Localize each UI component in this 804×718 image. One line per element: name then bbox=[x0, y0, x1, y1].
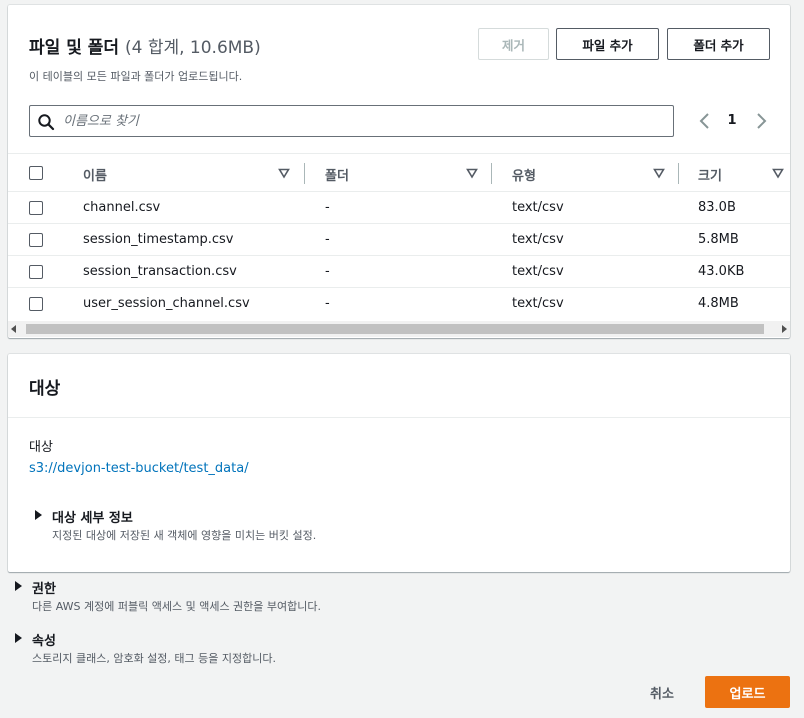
horizontal-scrollbar[interactable] bbox=[8, 321, 790, 337]
file-size: 83.0B bbox=[698, 200, 736, 215]
file-folder: - bbox=[325, 264, 330, 279]
files-and-folders-panel: 파일 및 폴더 (4 합계, 10.6MB) 이 테이블의 모든 파일과 폴더가… bbox=[8, 5, 790, 338]
upload-button[interactable]: 업로드 bbox=[705, 676, 790, 708]
column-divider[interactable] bbox=[304, 163, 305, 184]
search-field[interactable] bbox=[29, 105, 674, 137]
files-panel-count: (4 합계, 10.6MB) bbox=[124, 38, 261, 58]
destination-title: 대상 bbox=[29, 379, 61, 399]
expand-caret-icon[interactable] bbox=[15, 581, 22, 591]
column-header-size[interactable]: 크기 bbox=[698, 165, 722, 184]
properties-title[interactable]: 속성 bbox=[32, 630, 56, 649]
files-panel-title: 파일 및 폴더 (4 합계, 10.6MB) bbox=[29, 33, 261, 58]
column-divider[interactable] bbox=[678, 163, 679, 184]
column-header-type[interactable]: 유형 bbox=[512, 165, 536, 184]
sort-caret-icon[interactable] bbox=[278, 167, 290, 179]
scroll-right-icon[interactable] bbox=[782, 325, 787, 333]
select-all-checkbox[interactable] bbox=[29, 166, 43, 180]
file-name: channel.csv bbox=[83, 200, 161, 215]
expand-caret-icon[interactable] bbox=[35, 510, 42, 520]
sort-caret-icon[interactable] bbox=[772, 167, 784, 179]
add-folder-button[interactable]: 폴더 추가 bbox=[667, 28, 770, 60]
current-page-number[interactable]: 1 bbox=[720, 113, 744, 128]
file-type: text/csv bbox=[512, 232, 564, 247]
row-checkbox[interactable] bbox=[29, 265, 43, 279]
permissions-description: 다른 AWS 계정에 퍼블릭 액세스 및 액세스 권한을 부여합니다. bbox=[32, 600, 322, 613]
sort-caret-icon[interactable] bbox=[653, 167, 665, 179]
file-folder: - bbox=[325, 200, 330, 215]
search-input[interactable] bbox=[63, 109, 663, 133]
column-header-folder[interactable]: 폴더 bbox=[325, 165, 349, 184]
file-type: text/csv bbox=[512, 264, 564, 279]
expand-caret-icon[interactable] bbox=[15, 633, 22, 643]
scroll-left-icon[interactable] bbox=[11, 325, 16, 333]
scrollbar-thumb[interactable] bbox=[26, 324, 764, 334]
table-row[interactable]: channel.csv - text/csv 83.0B bbox=[8, 192, 790, 224]
properties-description: 스토리지 클래스, 암호화 설정, 태그 등을 지정합니다. bbox=[32, 652, 276, 665]
sort-caret-icon[interactable] bbox=[466, 167, 478, 179]
file-name: session_transaction.csv bbox=[83, 264, 237, 279]
row-checkbox[interactable] bbox=[29, 297, 43, 311]
file-name: user_session_channel.csv bbox=[83, 296, 250, 311]
files-panel-description: 이 테이블의 모든 파일과 폴더가 업로드됩니다. bbox=[29, 70, 243, 83]
file-size: 5.8MB bbox=[698, 232, 739, 247]
next-page-icon[interactable] bbox=[750, 109, 772, 133]
file-folder: - bbox=[325, 232, 330, 247]
cancel-button[interactable]: 취소 bbox=[632, 678, 692, 706]
files-panel-title-text: 파일 및 폴더 bbox=[29, 38, 120, 58]
destination-details-title[interactable]: 대상 세부 정보 bbox=[52, 507, 133, 526]
destination-details-description: 지정된 대상에 저장된 새 객체에 영향을 미치는 버킷 설정. bbox=[52, 529, 317, 542]
search-icon bbox=[38, 114, 55, 131]
row-checkbox[interactable] bbox=[29, 201, 43, 215]
file-type: text/csv bbox=[512, 200, 564, 215]
column-header-name[interactable]: 이름 bbox=[83, 165, 107, 184]
destination-panel: 대상 대상 s3://devjon-test-bucket/test_data/… bbox=[8, 354, 790, 572]
previous-page-icon[interactable] bbox=[694, 109, 716, 133]
file-folder: - bbox=[325, 296, 330, 311]
permissions-title[interactable]: 권한 bbox=[32, 578, 56, 597]
add-files-button[interactable]: 파일 추가 bbox=[556, 28, 659, 60]
table-row[interactable]: session_timestamp.csv - text/csv 5.8MB bbox=[8, 224, 790, 256]
destination-link[interactable]: s3://devjon-test-bucket/test_data/ bbox=[29, 461, 249, 476]
destination-header: 대상 bbox=[8, 354, 790, 418]
file-size: 4.8MB bbox=[698, 296, 739, 311]
table-row[interactable]: session_transaction.csv - text/csv 43.0K… bbox=[8, 256, 790, 288]
row-checkbox[interactable] bbox=[29, 233, 43, 247]
file-type: text/csv bbox=[512, 296, 564, 311]
file-name: session_timestamp.csv bbox=[83, 232, 234, 247]
table-row[interactable]: user_session_channel.csv - text/csv 4.8M… bbox=[8, 288, 790, 320]
remove-button[interactable]: 제거 bbox=[478, 28, 549, 60]
destination-label: 대상 bbox=[29, 440, 53, 455]
table-header: 이름 폴더 유형 크기 bbox=[8, 153, 790, 192]
file-size: 43.0KB bbox=[698, 264, 745, 279]
column-divider[interactable] bbox=[491, 163, 492, 184]
